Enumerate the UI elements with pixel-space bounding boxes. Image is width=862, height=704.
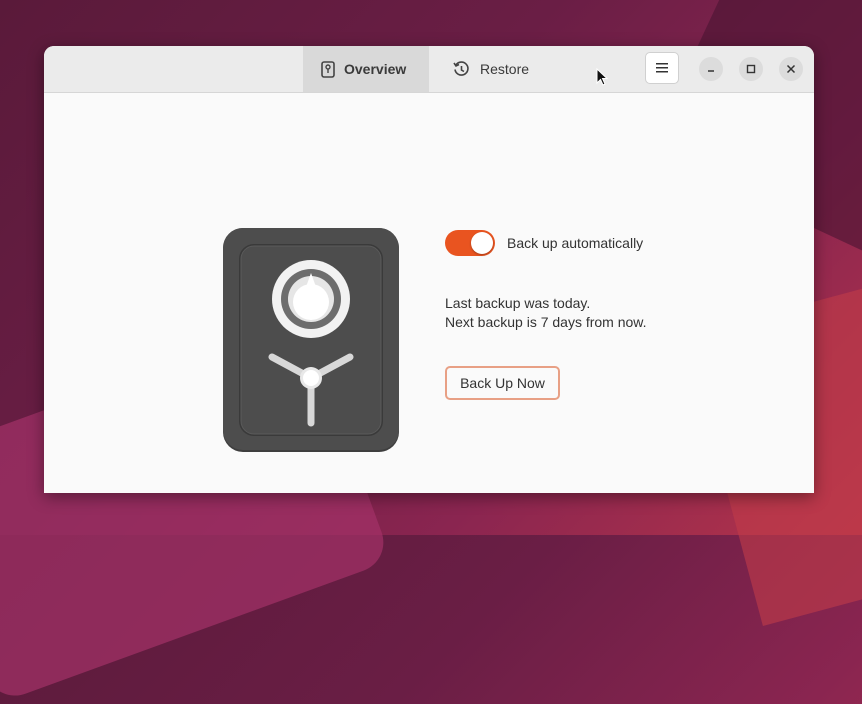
main-menu-button[interactable] bbox=[645, 52, 679, 84]
app-window: Overview Restore Back up automatically L… bbox=[44, 46, 814, 493]
mouse-pointer-icon bbox=[596, 68, 608, 86]
header-bar: Overview Restore bbox=[44, 46, 814, 93]
last-backup-text: Last backup was today. bbox=[445, 295, 591, 311]
auto-backup-toggle[interactable] bbox=[445, 230, 495, 256]
overview-page: Back up automatically Last backup was to… bbox=[44, 93, 814, 493]
auto-backup-label: Back up automatically bbox=[507, 235, 644, 251]
hamburger-menu-icon bbox=[656, 63, 668, 73]
next-backup-text: Next backup is 7 days from now. bbox=[445, 314, 647, 330]
tab-restore-label: Restore bbox=[480, 61, 530, 77]
back-up-now-button[interactable]: Back Up Now bbox=[445, 366, 560, 400]
vault-icon bbox=[321, 60, 335, 78]
toggle-knob bbox=[471, 232, 493, 254]
minimize-button[interactable] bbox=[699, 57, 723, 81]
maximize-icon bbox=[746, 64, 756, 74]
close-icon bbox=[786, 64, 796, 74]
history-icon bbox=[453, 60, 469, 76]
close-button[interactable] bbox=[779, 57, 803, 81]
vault-illustration-icon bbox=[223, 228, 399, 452]
maximize-button[interactable] bbox=[739, 57, 763, 81]
tab-overview[interactable]: Overview bbox=[303, 46, 429, 92]
minimize-icon bbox=[708, 70, 714, 72]
tab-restore[interactable]: Restore bbox=[429, 46, 549, 92]
tab-overview-label: Overview bbox=[344, 61, 407, 77]
backup-status: Last backup was today. Next backup is 7 … bbox=[445, 294, 647, 332]
